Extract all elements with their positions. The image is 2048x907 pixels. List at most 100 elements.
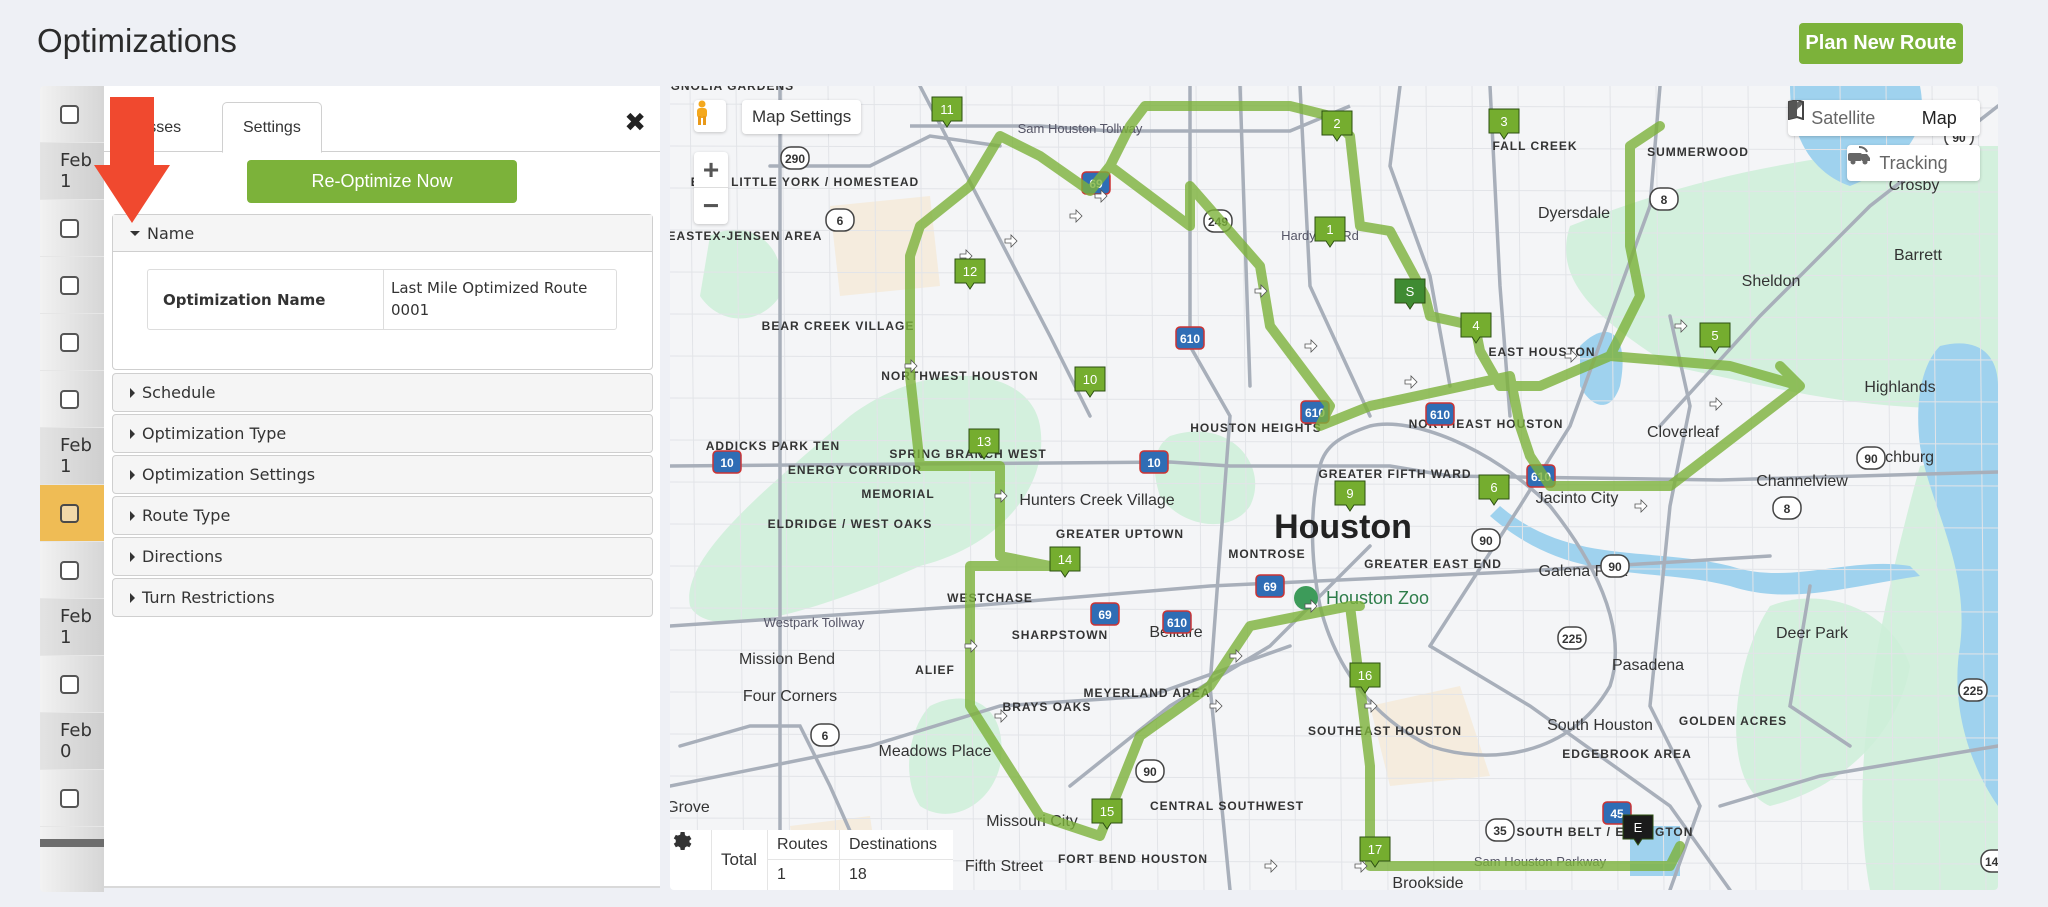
list-row[interactable] — [40, 770, 104, 827]
place-label: SUMMERWOOD — [1647, 145, 1749, 159]
row-checkbox[interactable] — [60, 788, 79, 808]
place-label: Highlands — [1864, 379, 1935, 396]
highway-shield-225: 225 — [1557, 626, 1587, 650]
place-label: BRAYS OAKS — [1003, 700, 1092, 714]
optimization-name-value[interactable]: Last Mile Optimized Route 0001 — [384, 270, 616, 329]
row-checkbox[interactable] — [60, 275, 79, 295]
place-label: Dyersdale — [1538, 205, 1610, 222]
marker-label: 6 — [1490, 480, 1497, 495]
street-view-pegman-icon[interactable] — [694, 100, 726, 132]
place-label: MONTROSE — [1228, 547, 1305, 561]
accordion-route-type[interactable]: Route Type — [112, 496, 653, 535]
shield-number: 45 — [1610, 807, 1624, 821]
place-label: Cloverleaf — [1647, 424, 1720, 441]
marker-label: 3 — [1500, 114, 1507, 129]
list-row[interactable] — [40, 542, 104, 599]
satellite-label: Satellite — [1811, 107, 1876, 128]
place-label: SPRING BRANCH WEST — [889, 447, 1046, 461]
row-checkbox[interactable] — [60, 218, 79, 238]
highway-shield-610: 610 — [1175, 326, 1205, 350]
caret-right-icon — [130, 469, 135, 480]
shield-number: 35 — [1493, 824, 1507, 838]
highway-shield-610: 610 — [1425, 402, 1455, 426]
marker-label: 4 — [1472, 318, 1479, 333]
place-label: HOUSTON HEIGHTS — [1190, 421, 1321, 435]
accordion-title: Turn Restrictions — [142, 588, 275, 607]
plan-new-route-button[interactable]: Plan New Route — [1799, 23, 1963, 64]
shield-number: 610 — [1430, 408, 1450, 422]
highway-shield-90: 90 — [1856, 446, 1886, 470]
list-row-selected[interactable] — [40, 485, 104, 542]
place-label: FORT BEND HOUSTON — [1058, 852, 1208, 866]
accordion-title: Schedule — [142, 383, 216, 402]
marker-label: 17 — [1368, 842, 1382, 857]
map-settings-button[interactable]: Map Settings — [742, 100, 862, 134]
map-toggle[interactable]: Map — [1788, 100, 1957, 129]
close-icon[interactable]: ✖ — [624, 108, 646, 138]
row-checkbox[interactable] — [60, 560, 79, 580]
panel-tabs: resses Settings ✖ — [104, 94, 660, 153]
shield-number: 225 — [1562, 632, 1582, 646]
place-label: GREATER EAST END — [1364, 557, 1502, 571]
place-label: EAST HOUSTON — [1488, 345, 1595, 359]
accordion-name: Name Optimization Name Last Mile Optimiz… — [112, 214, 653, 370]
place-label: NORTHWEST HOUSTON — [881, 369, 1038, 383]
date-group-header: Feb 1 — [40, 428, 104, 485]
accordion-title: Optimization Settings — [142, 465, 316, 484]
caret-down-icon — [130, 230, 140, 236]
accordion-title: Optimization Type — [142, 424, 287, 443]
accordion-header-name[interactable]: Name — [113, 215, 652, 252]
satellite-toggle[interactable]: Satellite — [1790, 102, 1876, 129]
place-label: Channelview — [1756, 473, 1848, 490]
accordion-schedule[interactable]: Schedule — [112, 373, 653, 412]
accordion-optimization-settings[interactable]: Optimization Settings — [112, 455, 653, 494]
place-label: EASTEX-JENSEN AREA — [670, 229, 822, 243]
place-label: ALIEF — [915, 663, 955, 677]
zoom-out-button[interactable]: − — [694, 188, 728, 224]
date-group-header: Feb 0 — [40, 713, 104, 770]
caret-right-icon — [130, 592, 135, 603]
accordion-directions[interactable]: Directions — [112, 537, 653, 576]
place-label: Jacinto City — [1536, 490, 1619, 507]
map-canvas[interactable]: WILLOWBROOKNORTH HOUSTONJersey VillageCO… — [670, 86, 1998, 890]
row-checkbox[interactable] — [60, 104, 79, 124]
list-row[interactable] — [40, 371, 104, 428]
shield-number: 90 — [1479, 534, 1493, 548]
accordion-title: Directions — [142, 547, 223, 566]
list-row[interactable] — [40, 656, 104, 713]
city-label: Houston — [1274, 508, 1412, 546]
place-label: GREATER UPTOWN — [1056, 527, 1184, 541]
place-label: ENERGY CORRIDOR — [788, 463, 922, 477]
gear-icon[interactable] — [670, 830, 712, 890]
list-row[interactable] — [40, 257, 104, 314]
list-row[interactable] — [40, 314, 104, 371]
shield-number: 6 — [837, 214, 844, 228]
caret-right-icon — [130, 387, 135, 398]
highway-shield-90: 90 — [1600, 554, 1630, 578]
row-checkbox[interactable] — [60, 389, 79, 409]
destinations-value: 18 — [849, 866, 867, 883]
place-label: SHARPSTOWN — [1012, 628, 1108, 642]
re-optimize-now-button[interactable]: Re-Optimize Now — [247, 160, 517, 203]
place-label: Brookside — [1392, 875, 1463, 890]
shield-number: 146 — [1985, 855, 1998, 869]
shield-number: 90 — [1143, 765, 1157, 779]
tab-settings[interactable]: Settings — [222, 102, 322, 153]
highway-shield-146: 146 — [1980, 849, 1998, 873]
shield-number: 610 — [1180, 332, 1200, 346]
row-checkbox[interactable] — [60, 674, 79, 694]
row-checkbox[interactable] — [60, 332, 79, 352]
highway-shield-8: 8 — [1649, 187, 1679, 211]
horizontal-scrollbar[interactable] — [40, 839, 104, 847]
marker-label: 15 — [1100, 804, 1114, 819]
tracking-button[interactable]: Tracking — [1847, 145, 1980, 181]
zoom-in-button[interactable]: + — [694, 152, 728, 188]
accordion-optimization-type[interactable]: Optimization Type — [112, 414, 653, 453]
row-checkbox[interactable] — [60, 503, 79, 523]
shield-number: 610 — [1167, 616, 1187, 630]
route-map[interactable]: WILLOWBROOKNORTH HOUSTONJersey VillageCO… — [670, 86, 1998, 890]
accordion-turn-restrictions[interactable]: Turn Restrictions — [112, 578, 653, 617]
highway-shield-10: 10 — [1139, 450, 1169, 474]
accordion-title: Route Type — [142, 506, 231, 525]
place-label: BEAR CREEK VILLAGE — [762, 319, 915, 333]
